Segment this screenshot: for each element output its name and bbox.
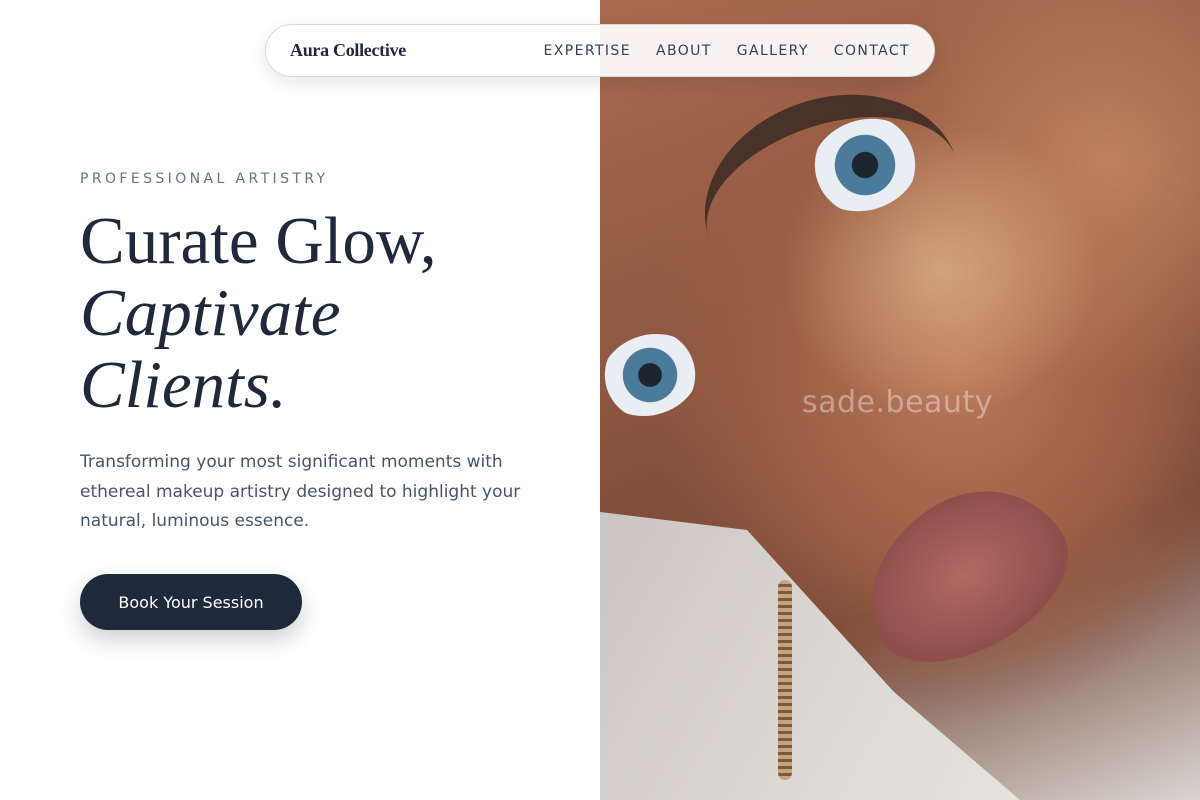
- nav-links: EXPERTISE ABOUT GALLERY CONTACT: [544, 43, 910, 59]
- book-session-button[interactable]: Book Your Session: [80, 574, 302, 630]
- nav-link-about[interactable]: ABOUT: [656, 43, 712, 59]
- nav-link-contact[interactable]: CONTACT: [834, 43, 910, 59]
- portrait-lips: [836, 457, 1094, 693]
- hero-eyebrow: PROFESSIONAL ARTISTRY: [80, 171, 329, 187]
- hero-headline: Curate Glow, Captivate Clients.: [80, 205, 580, 421]
- nav-link-gallery[interactable]: GALLERY: [737, 43, 809, 59]
- top-navigation: Aura Collective EXPERTISE ABOUT GALLERY …: [265, 24, 935, 77]
- hero-subtitle: Transforming your most significant momen…: [80, 452, 521, 531]
- brand-logo[interactable]: Aura Collective: [290, 40, 406, 61]
- image-watermark: sade.beauty: [802, 385, 993, 420]
- headline-line-2: Captivate: [80, 276, 341, 350]
- headline-line-3: Clients.: [80, 348, 287, 422]
- portrait-earring: [778, 580, 792, 780]
- headline-line-1: Curate Glow,: [80, 204, 437, 278]
- nav-link-expertise[interactable]: EXPERTISE: [544, 43, 631, 59]
- portrait-eye-left: [600, 321, 710, 429]
